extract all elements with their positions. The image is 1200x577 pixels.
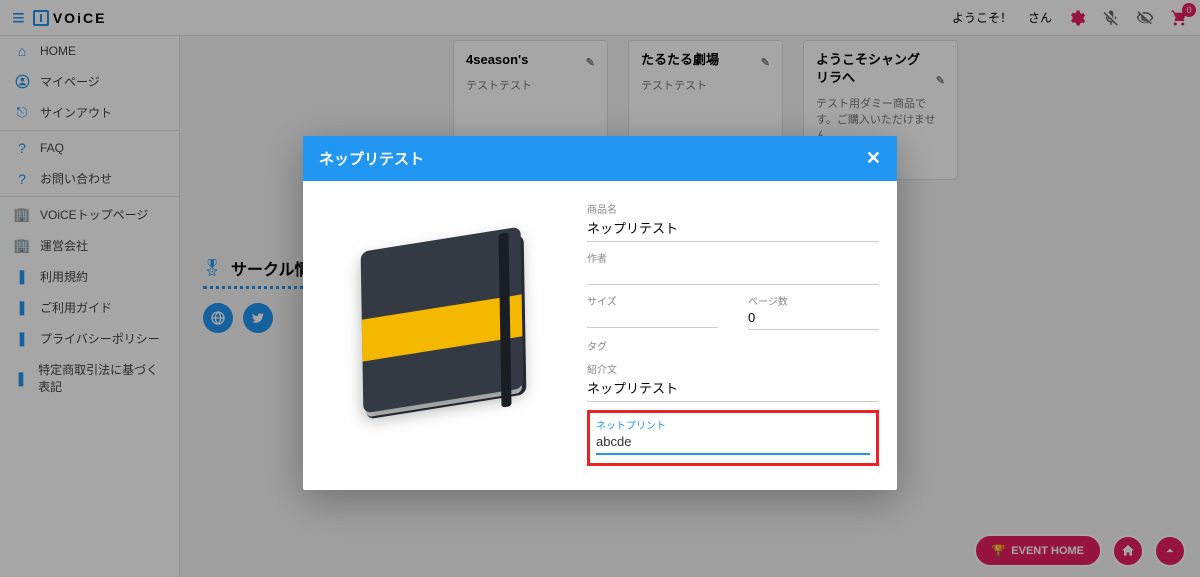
field-label: サイズ [587,293,718,308]
field-size: サイズ [587,293,718,330]
field-row: サイズ ページ数 0 [587,293,879,338]
field-product-name: 商品名 ネップリテスト [587,201,879,242]
field-value: ネップリテスト [587,376,879,402]
field-value [587,308,718,328]
field-tag-label: タグ [587,338,879,353]
field-label: 作者 [587,250,879,265]
field-value: 0 [748,308,879,330]
notebook-illustration [360,239,530,429]
modal-body: 商品名 ネップリテスト 作者 サイズ ページ数 0 タグ 紹介文 ネ [303,181,897,490]
highlighted-field: ネットプリント abcde [587,410,879,466]
field-intro: 紹介文 ネップリテスト [587,361,879,402]
field-pages: ページ数 0 [748,293,879,330]
field-author: 作者 [587,250,879,285]
field-label: 商品名 [587,201,879,216]
modal-image [315,201,575,466]
modal-title: ネップリテスト [319,148,424,169]
field-value: ネップリテスト [587,216,879,242]
product-modal: ネップリテスト ✕ 商品名 ネップリテスト 作者 サイズ [303,136,897,490]
field-label: ネットプリント [596,417,870,432]
field-label: ページ数 [748,293,879,308]
modal-header: ネップリテスト ✕ [303,136,897,181]
modal-form: 商品名 ネップリテスト 作者 サイズ ページ数 0 タグ 紹介文 ネ [587,201,885,466]
field-label: 紹介文 [587,361,879,376]
netprint-input[interactable]: abcde [596,432,870,455]
close-icon[interactable]: ✕ [866,148,881,169]
field-value [587,265,879,285]
